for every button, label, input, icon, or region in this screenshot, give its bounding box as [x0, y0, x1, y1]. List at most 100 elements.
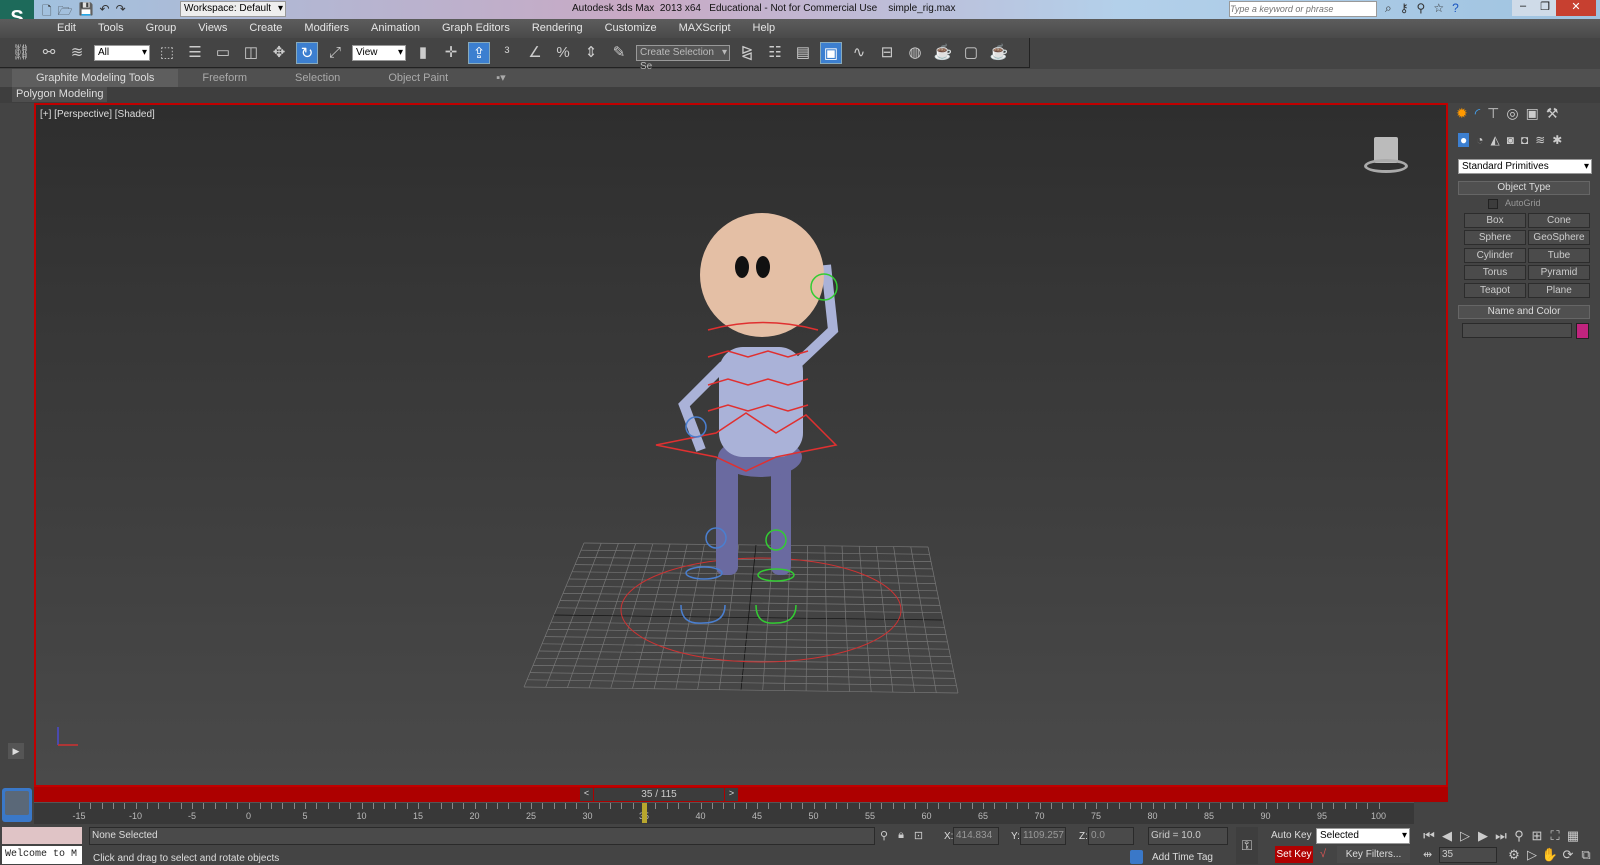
tab-selection[interactable]: Selection [271, 69, 364, 87]
menu-edit[interactable]: Edit [46, 19, 87, 38]
zoom-extents-all-icon[interactable]: ▦ [1564, 828, 1582, 844]
zoom-extents-icon[interactable]: ⛶ [1546, 828, 1564, 844]
time-configuration-icon[interactable]: ⚙ [1505, 847, 1523, 863]
field-of-view-icon[interactable]: ▷ [1523, 847, 1541, 863]
time-slider-track[interactable]: < 35 / 115 > [34, 787, 1448, 802]
rectangle-selection-icon[interactable]: ▭ [212, 42, 234, 64]
cylinder-button[interactable]: Cylinder [1464, 248, 1526, 263]
hierarchy-tab-icon[interactable]: ⊤ [1487, 105, 1499, 122]
time-slider[interactable]: 35 / 115 [594, 788, 724, 801]
menu-tools[interactable]: Tools [87, 19, 135, 38]
tube-button[interactable]: Tube [1528, 248, 1590, 263]
modify-tab-icon[interactable]: ◜ [1475, 105, 1480, 122]
star-icon[interactable]: ☆ [1433, 1, 1444, 16]
snaps-toggle-icon[interactable]: ³ [496, 42, 518, 64]
tab-freeform[interactable]: Freeform [178, 69, 271, 87]
next-key-icon[interactable]: ▶ [1474, 828, 1492, 844]
lights-icon[interactable]: ◭ [1491, 133, 1500, 147]
maxscript-mini-listener[interactable]: Welcome to M [2, 846, 82, 864]
object-type-rollout[interactable]: Object Type [1458, 181, 1590, 195]
edit-named-selection-icon[interactable]: ✎ [608, 42, 630, 64]
satellite-icon[interactable]: ⚲ [1417, 1, 1426, 16]
reference-coordinate-dropdown[interactable]: View [352, 44, 406, 61]
create-tab-icon[interactable]: ✹ [1456, 105, 1468, 122]
scale-icon[interactable]: ⤢ [324, 42, 346, 64]
name-and-color-rollout[interactable]: Name and Color [1458, 305, 1590, 319]
menu-graph-editors[interactable]: Graph Editors [431, 19, 521, 38]
pan-icon[interactable]: ✋ [1541, 847, 1559, 863]
selection-filter-dropdown[interactable]: All [94, 44, 150, 61]
geosphere-button[interactable]: GeoSphere [1528, 230, 1590, 245]
percent-snap-icon[interactable]: % [552, 42, 574, 64]
move-icon[interactable]: ✥ [268, 42, 290, 64]
zoom-all-icon[interactable]: ⊞ [1528, 828, 1546, 844]
curve-editor-icon[interactable]: ∿ [848, 42, 870, 64]
mini-curve-editor-toggle[interactable] [2, 788, 32, 822]
manipulate-icon[interactable]: ✛ [440, 42, 462, 64]
transform-type-in-icon[interactable]: ⊡ [914, 829, 923, 842]
tab-graphite-modeling-tools[interactable]: Graphite Modeling Tools [12, 69, 179, 87]
rotate-icon[interactable]: ↻ [296, 41, 318, 64]
display-tab-icon[interactable]: ▣ [1526, 105, 1539, 122]
utilities-tab-icon[interactable]: ⚒ [1546, 105, 1559, 122]
isolate-icon[interactable]: ⚲ [880, 829, 888, 842]
key-mode-toggle-icon[interactable]: ⇹ [1423, 848, 1432, 861]
key-filters-button[interactable]: Key Filters... [1337, 846, 1410, 863]
autogrid-checkbox[interactable] [1488, 199, 1498, 209]
workspace-dropdown[interactable]: Workspace: Default [180, 1, 286, 17]
auto-key-button[interactable]: Auto Key [1271, 828, 1312, 844]
previous-key-icon[interactable]: ◀ [1438, 828, 1456, 844]
minimize-button[interactable]: – [1512, 0, 1534, 16]
set-key-mode-icon[interactable]: ⚿ [1236, 827, 1258, 864]
motion-tab-icon[interactable]: ◎ [1506, 105, 1518, 122]
spinner-snap-icon[interactable]: ⇕ [580, 42, 602, 64]
schematic-view-icon[interactable]: ⊟ [876, 42, 898, 64]
next-frame-button[interactable]: > [725, 788, 738, 801]
set-key-button[interactable]: Set Key [1275, 846, 1313, 863]
teapot-button[interactable]: Teapot [1464, 283, 1526, 298]
go-to-end-icon[interactable]: ⏭ [1492, 828, 1510, 844]
polygon-modeling-panel[interactable]: Polygon Modeling [12, 87, 108, 102]
plane-button[interactable]: Plane [1528, 283, 1590, 298]
maximize-button[interactable]: ❐ [1534, 0, 1556, 16]
rendered-frame-icon[interactable]: ▢ [960, 42, 982, 64]
prev-frame-button[interactable]: < [580, 788, 593, 801]
keyboard-shortcut-override-icon[interactable]: ⇪ [468, 41, 490, 64]
sphere-button[interactable]: Sphere [1464, 230, 1526, 245]
render-production-icon[interactable]: ☕ [988, 42, 1010, 64]
timeline-ruler[interactable]: -15-10-505101520253035404550556065707580… [34, 802, 1414, 824]
scene-explorer-icon[interactable]: ▣ [820, 41, 842, 64]
search-input[interactable] [1229, 1, 1377, 17]
shapes-icon[interactable]: ◔ [1476, 133, 1483, 147]
perspective-viewport[interactable]: [+] [Perspective] [Shaded] [34, 103, 1448, 787]
x-coordinate-field[interactable]: 414.834 [953, 827, 999, 845]
key-icon[interactable]: ⚷ [1400, 1, 1409, 16]
help-icon[interactable]: ? [1452, 1, 1459, 16]
expand-arrow-icon[interactable]: ▶ [8, 743, 24, 759]
layer-manager-icon[interactable]: ▤ [792, 42, 814, 64]
menu-animation[interactable]: Animation [360, 19, 431, 38]
link-icon[interactable]: ⛓ [10, 42, 32, 64]
bind-spacewarp-icon[interactable]: ≋ [66, 42, 88, 64]
mirror-icon[interactable]: ⧎ [736, 42, 758, 64]
helpers-icon[interactable]: ◘ [1521, 133, 1528, 147]
go-to-start-icon[interactable]: ⏮ [1420, 828, 1438, 844]
key-mode-dropdown[interactable]: Selected [1316, 828, 1410, 844]
menu-modifiers[interactable]: Modifiers [293, 19, 360, 38]
geometry-icon[interactable]: ● [1458, 133, 1470, 147]
viewcube-icon[interactable] [1364, 133, 1408, 177]
cone-button[interactable]: Cone [1528, 213, 1590, 228]
menu-customize[interactable]: Customize [594, 19, 668, 38]
tab-object-paint[interactable]: Object Paint [364, 69, 472, 87]
torus-button[interactable]: Torus [1464, 265, 1526, 280]
play-icon[interactable]: ▷ [1456, 828, 1474, 844]
named-selection-dropdown[interactable]: Create Selection Se [636, 44, 730, 72]
y-coordinate-field[interactable]: 1109.257 [1020, 827, 1066, 845]
category-dropdown[interactable]: Standard Primitives [1458, 159, 1592, 174]
selection-lock-icon[interactable]: 🔒︎ [898, 829, 904, 842]
time-tag-icon[interactable] [1130, 850, 1143, 864]
z-coordinate-field[interactable]: 0.0 [1088, 827, 1134, 845]
menu-group[interactable]: Group [135, 19, 188, 38]
angle-snap-icon[interactable]: ∠ [524, 42, 546, 64]
object-color-swatch[interactable] [1576, 323, 1589, 339]
